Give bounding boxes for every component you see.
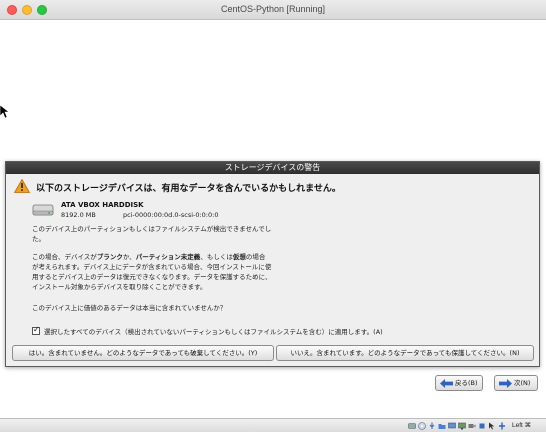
no-filesystem-message: このデバイス上のパーティションもしくはファイルシステムが検出できませんでし た。 xyxy=(32,225,272,243)
apply-all-label[interactable]: 選択したすべてのデバイス（検出されていないパーティションもしくはファイルシステム… xyxy=(44,328,383,336)
shared-folder-icon[interactable] xyxy=(438,422,446,430)
discard-data-button[interactable]: はい。含まれていません。どのようなデータであっても破棄してください。(Y) xyxy=(12,345,274,361)
disk-size: 8192.0 MB xyxy=(61,211,96,219)
disk-id: pci-0000:00:0d.0-scsi-0:0:0:0 xyxy=(123,211,219,219)
usb-icon[interactable] xyxy=(428,422,436,430)
arrow-right-icon xyxy=(499,379,512,388)
window-title: CentOS-Python [Running] xyxy=(220,4,326,14)
window-titlebar: CentOS-Python [Running] xyxy=(0,0,546,20)
confirmation-question: このデバイス上に価値のあるデータは本当に含まれていませんか？ xyxy=(32,304,227,312)
next-button[interactable]: 次(N) xyxy=(494,375,538,391)
back-button-label: 戻る(B) xyxy=(455,379,478,387)
network-icon[interactable] xyxy=(458,422,466,430)
hard-disk-icon xyxy=(32,204,54,216)
dialog-headline: 以下のストレージデバイスは、有用なデータを含んでいるかもしれません。 xyxy=(36,184,341,194)
recording-icon[interactable] xyxy=(468,422,476,430)
vm-status-bar: Left ⌘ xyxy=(0,418,546,432)
storage-warning-dialog: ストレージデバイスの警告 以下のストレージデバイスは、有用なデータを含んでいるか… xyxy=(5,161,540,367)
mouse-pointer-icon xyxy=(0,105,10,119)
display-icon[interactable] xyxy=(448,422,456,430)
arrow-left-icon xyxy=(440,379,453,388)
data-loss-explanation: この場合、デバイスがブランクか、パーティション未定義、もしくは仮想の場合 が考え… xyxy=(32,253,272,291)
next-button-label: 次(N) xyxy=(514,379,531,387)
mouse-integration-icon[interactable] xyxy=(488,422,496,430)
warning-icon xyxy=(14,179,30,193)
apply-all-row: 選択したすべてのデバイス（検出されていないパーティションもしくはファイルシステム… xyxy=(32,325,383,336)
keyboard-icon[interactable] xyxy=(498,422,506,430)
back-button[interactable]: 戻る(B) xyxy=(435,375,483,391)
apply-all-checkbox[interactable] xyxy=(32,325,40,335)
keep-data-button[interactable]: いいえ。含まれています。どのようなデータであっても保護してください。(N) xyxy=(276,345,534,361)
host-key-indicator[interactable]: Left ⌘ xyxy=(512,421,531,429)
hard-disk-icon[interactable] xyxy=(408,422,416,430)
disk-name: ATA VBOX HARDDISK xyxy=(61,201,144,209)
dialog-title: ストレージデバイスの警告 xyxy=(6,162,539,174)
cpu-icon[interactable] xyxy=(478,422,486,430)
optical-drive-icon[interactable] xyxy=(418,422,426,430)
